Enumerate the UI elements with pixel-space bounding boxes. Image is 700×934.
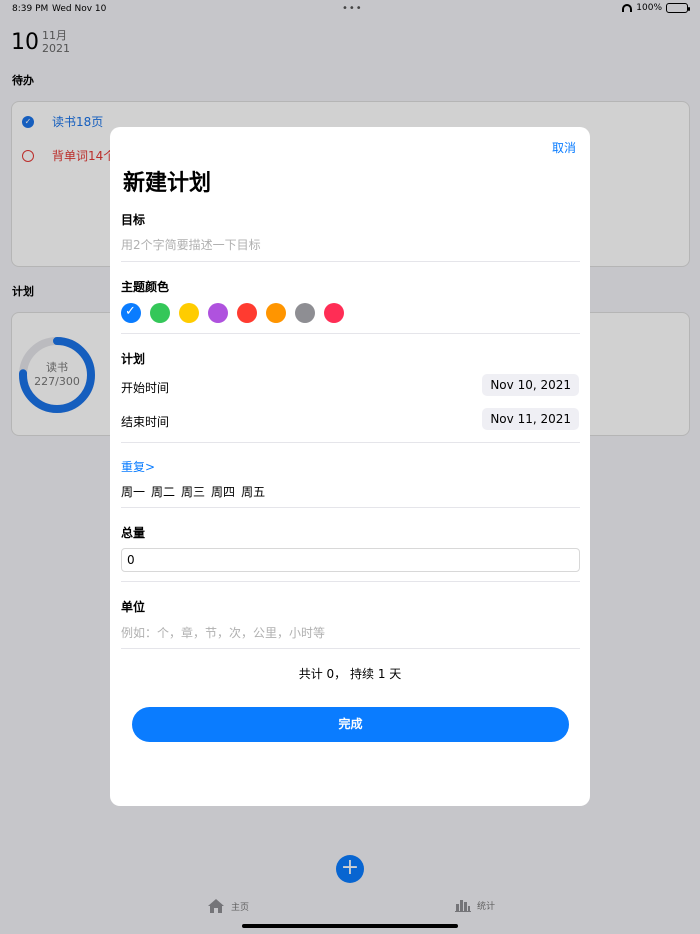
goal-label: 目标 [121,213,146,227]
weekday: 周三 [181,485,206,499]
cancel-button[interactable]: 取消 [552,139,576,156]
color-swatch[interactable] [324,303,344,323]
done-button[interactable]: 完成 [132,707,569,742]
modal-title: 新建计划 [123,171,212,196]
weekday: 周二 [151,485,176,499]
home-indicator[interactable] [242,924,458,928]
color-swatch[interactable] [237,303,257,323]
plan-label: 计划 [121,352,146,366]
end-date-picker[interactable]: Nov 11, 2021 [482,408,579,430]
color-swatch[interactable] [208,303,228,323]
unit-label: 单位 [121,600,146,614]
new-plan-modal: 取消 新建计划 目标 用2个字简要描述一下目标 主题颜色 计划 开始时间 Nov… [110,127,590,806]
total-input[interactable]: 0 [121,548,580,572]
repeat-button[interactable]: 重复> [121,458,155,475]
theme-color-label: 主题颜色 [121,280,170,294]
color-picker [121,303,344,323]
weekday: 周一 [121,485,146,499]
divider [121,507,580,508]
goal-input[interactable]: 用2个字简要描述一下目标 [121,236,261,253]
total-label: 总量 [121,526,146,540]
color-swatch[interactable] [295,303,315,323]
weekday: 周五 [241,485,266,499]
color-swatch-selected[interactable] [121,303,141,323]
divider [121,333,580,334]
divider [121,648,580,649]
start-time-label: 开始时间 [121,381,170,395]
divider [121,261,580,262]
divider [121,581,580,582]
start-date-picker[interactable]: Nov 10, 2021 [482,374,579,396]
color-swatch[interactable] [179,303,199,323]
unit-input[interactable]: 例如：个，章，节，次，公里，小时等 [121,624,325,641]
end-time-label: 结束时间 [121,415,170,429]
plan-summary: 共计 0， 持续 1 天 [298,667,402,681]
color-swatch[interactable] [266,303,286,323]
weekday: 周四 [211,485,236,499]
color-swatch[interactable] [150,303,170,323]
weekday-list: 周一 周二 周三 周四 周五 [121,483,265,500]
divider [121,442,580,443]
